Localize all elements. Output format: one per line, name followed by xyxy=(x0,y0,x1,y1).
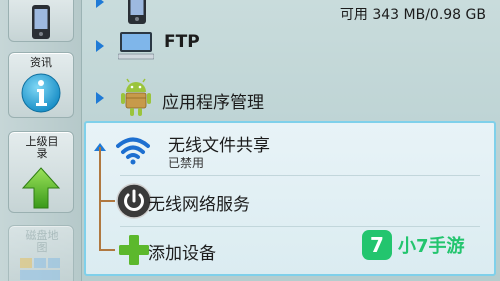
expand-arrow-icon xyxy=(96,92,104,104)
wireless-network-service-item[interactable]: 无线网络服务 xyxy=(100,178,486,226)
sidebar-item-label: 磁盘地图 xyxy=(25,229,59,254)
expand-arrow-icon xyxy=(96,40,104,52)
up-arrow-icon xyxy=(21,167,61,209)
watermark-text: 小7手游 xyxy=(398,236,465,257)
phone-icon xyxy=(32,5,50,39)
info-icon xyxy=(21,73,61,113)
status-text: 已禁用 xyxy=(168,156,205,170)
sidebar-item-parent-dir[interactable]: 上级目录 xyxy=(8,131,74,213)
sidebar-item-disk-map[interactable]: 磁盘地图 xyxy=(8,225,74,281)
wireless-file-sharing-label: 无线文件共享 xyxy=(168,136,270,156)
app-manager-row[interactable]: 应用程序管理 xyxy=(86,74,500,122)
wireless-file-sharing-item[interactable]: 无线文件共享 已禁用 xyxy=(100,127,486,175)
sidebar: 资讯 上级目录 磁盘地图 xyxy=(0,0,82,281)
plus-icon xyxy=(119,235,149,265)
watermark-logo: 7 xyxy=(362,230,392,260)
app-manager-label: 应用程序管理 xyxy=(162,93,264,113)
power-icon xyxy=(116,183,152,219)
ftp-row[interactable]: FTP xyxy=(86,22,500,70)
disk-map-icon xyxy=(20,258,60,280)
ftp-label: FTP xyxy=(164,32,200,52)
divider xyxy=(120,175,480,176)
monitor-icon xyxy=(118,32,154,60)
storage-info: 可用 343 MB/0.98 GB xyxy=(339,7,486,23)
add-device-label: 添加设备 xyxy=(148,244,216,264)
expand-arrow-icon xyxy=(96,0,104,8)
wireless-network-service-label: 无线网络服务 xyxy=(148,195,250,215)
android-icon xyxy=(121,78,151,116)
sidebar-item-label: 资讯 xyxy=(30,56,52,69)
wifi-icon xyxy=(116,137,150,165)
watermark: 7 小7手游 xyxy=(362,227,465,263)
watermark-logo-char: 7 xyxy=(370,233,384,257)
sidebar-item-phone[interactable] xyxy=(8,0,74,42)
sidebar-item-label: 上级目录 xyxy=(25,135,59,160)
sidebar-item-info[interactable]: 资讯 xyxy=(8,52,74,118)
